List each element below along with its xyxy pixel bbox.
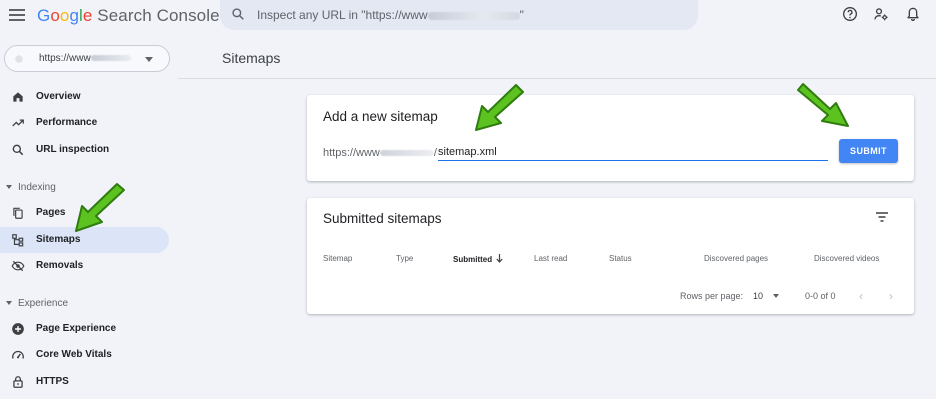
section-indexing[interactable]: Indexing [6, 182, 56, 193]
help-icon[interactable] [842, 6, 858, 22]
pagination-range: 0-0 of 0 [805, 291, 836, 301]
column-header-status[interactable]: Status [609, 254, 632, 263]
globe-icon [15, 55, 23, 63]
chevron-down-icon[interactable] [773, 294, 779, 298]
sidebar-item-overview[interactable]: Overview [0, 84, 169, 110]
lock-icon [13, 376, 23, 388]
sitemap-url-input[interactable] [438, 143, 828, 161]
column-header-last-read[interactable]: Last read [534, 254, 567, 263]
product-name: Search Console [97, 6, 220, 25]
previous-page-icon[interactable]: ‹ [859, 289, 863, 303]
sidebar-item-url-inspection[interactable]: URL inspection [0, 137, 169, 163]
next-page-icon[interactable]: › [889, 289, 893, 303]
top-bar: Google Search Console Inspect any URL in… [0, 0, 936, 30]
google-wordmark: Google [37, 6, 93, 25]
manage-users-icon[interactable] [873, 6, 889, 22]
add-circle-icon [12, 323, 24, 335]
speed-icon [12, 350, 24, 359]
filter-icon[interactable] [875, 211, 889, 223]
submitted-sitemaps-title: Submitted sitemaps [323, 211, 442, 226]
annotation-arrow-sitemaps [75, 183, 125, 232]
page-title: Sitemaps [222, 50, 281, 66]
redacted-domain [427, 11, 520, 20]
annotation-arrow-input [475, 84, 524, 131]
column-header-discovered-pages[interactable]: Discovered pages [704, 254, 768, 263]
submitted-sitemaps-card: Submitted sitemaps Sitemap Type Submitte… [307, 198, 914, 314]
add-sitemap-title: Add a new sitemap [323, 109, 438, 124]
column-header-type[interactable]: Type [396, 254, 413, 263]
rows-per-page-label: Rows per page: [680, 291, 744, 301]
search-icon [232, 8, 244, 20]
notifications-icon[interactable] [905, 6, 921, 22]
annotation-arrow-submit [797, 83, 849, 127]
trending-up-icon [12, 119, 24, 127]
app-logo[interactable]: Google Search Console [37, 6, 220, 26]
submit-button[interactable]: SUBMIT [839, 139, 898, 163]
section-experience[interactable]: Experience [6, 298, 68, 309]
main-menu-icon[interactable] [8, 6, 26, 24]
search-placeholder: Inspect any URL in "https://www " [257, 8, 524, 22]
search-icon [12, 144, 24, 156]
sidebar-item-core-web-vitals[interactable]: Core Web Vitals [0, 342, 169, 368]
pages-icon [13, 207, 23, 219]
home-icon [13, 92, 23, 102]
rows-per-page-select[interactable]: 10 [753, 291, 763, 301]
column-header-discovered-videos[interactable]: Discovered videos [814, 254, 879, 263]
redacted-domain [90, 55, 131, 62]
column-header-sitemap[interactable]: Sitemap [323, 254, 352, 263]
collapse-icon [6, 185, 12, 190]
sort-descending-icon [496, 254, 503, 263]
url-inspection-search[interactable]: Inspect any URL in "https://www " [220, 0, 698, 30]
sitemap-icon [12, 234, 24, 247]
sidebar-item-https[interactable]: HTTPS [0, 369, 169, 395]
property-url: https://www [39, 53, 91, 64]
redacted-domain [379, 150, 434, 157]
sidebar-item-page-experience[interactable]: Page Experience [0, 316, 169, 342]
column-header-submitted[interactable]: Submitted [453, 254, 503, 264]
visibility-off-icon [11, 260, 25, 272]
chevron-down-icon [145, 57, 153, 62]
collapse-icon [6, 301, 12, 306]
sidebar-item-removals[interactable]: Removals [0, 253, 169, 279]
sidebar-item-performance[interactable]: Performance [0, 110, 169, 136]
property-selector[interactable]: https://www [4, 45, 170, 72]
sitemap-url-prefix: https://www / [323, 147, 437, 159]
